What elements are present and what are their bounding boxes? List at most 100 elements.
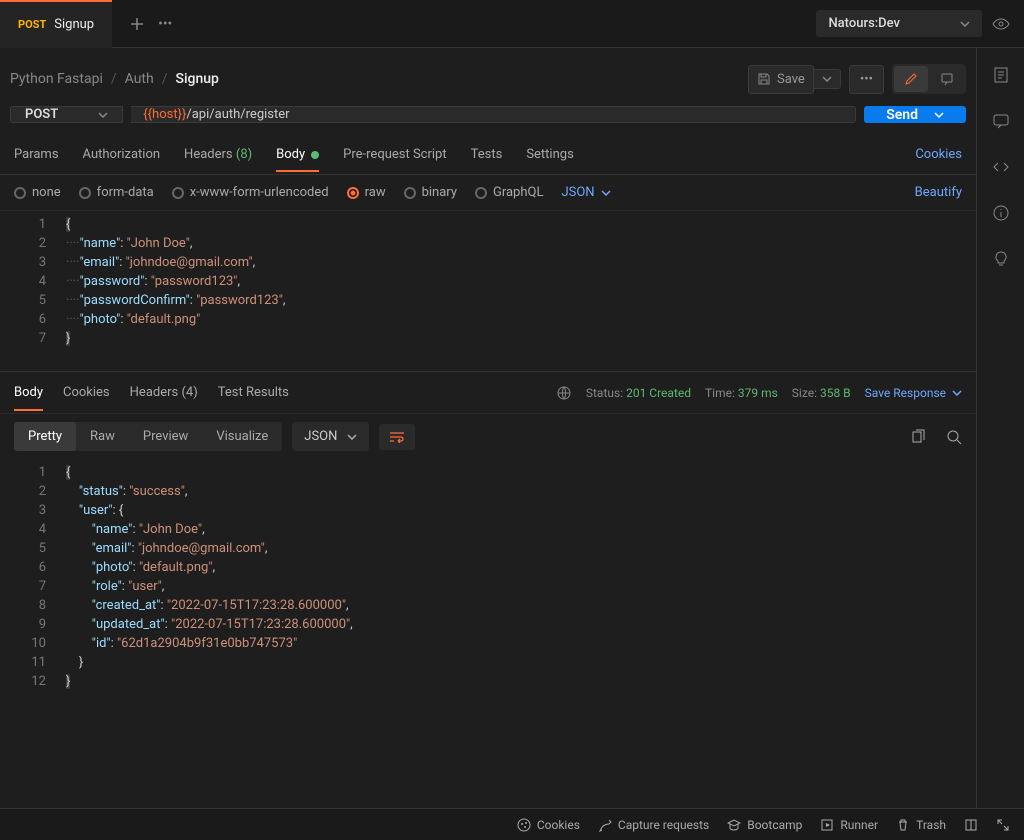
code-icon [992,158,1010,176]
wrap-icon [389,431,405,443]
breadcrumb-collection[interactable]: Python Fastapi [10,71,103,87]
method-selector[interactable]: POST [10,106,123,123]
url-input[interactable]: {{host}}/api/auth/register [131,106,856,123]
tab-authorization[interactable]: Authorization [83,137,161,172]
beautify-link[interactable]: Beautify [915,185,962,200]
response-views: Pretty Raw Preview Visualize [14,422,282,451]
tab-headers[interactable]: Headers (8) [184,137,252,172]
sb-panes[interactable] [964,818,978,832]
view-mode-group [892,64,966,94]
right-rail [976,48,1024,808]
pencil-icon [904,72,918,86]
lightbulb-icon [992,250,1010,268]
cookie-icon [517,818,531,832]
tab-more-button[interactable]: ••• [158,16,172,32]
documentation-pane[interactable] [992,66,1010,84]
chevron-down-icon [601,190,611,196]
request-body-editor[interactable]: 1234567 { ····"name": "John Doe", ····"e… [0,211,976,371]
tab-params[interactable]: Params [14,137,59,172]
size-value: 358 B [820,386,851,400]
save-response[interactable]: Save Response [865,386,962,400]
url-variable: {{host}} [143,107,186,122]
sb-cookies[interactable]: Cookies [517,818,580,832]
response-view-pretty[interactable]: Pretty [14,422,76,451]
response-tab-headers[interactable]: Headers (4) [130,375,198,410]
send-button[interactable]: Send [864,106,966,123]
globe-icon[interactable] [556,385,572,401]
save-dropdown[interactable] [814,69,841,89]
eye-icon [992,15,1010,33]
search-icon [946,429,962,445]
info-pane[interactable] [992,204,1010,222]
chevron-down-icon [960,21,970,27]
body-type-row: none form-data x-www-form-urlencoded raw… [0,175,976,211]
chevron-down-icon [347,434,357,440]
status-bar: Cookies Capture requests Bootcamp Runner… [0,808,1024,840]
sb-trash[interactable]: Trash [896,818,946,832]
wrap-lines-toggle[interactable] [379,424,415,450]
modified-dot-icon [311,151,319,159]
tab-settings[interactable]: Settings [526,137,573,172]
search-response[interactable] [946,429,962,445]
response-tab-cookies[interactable]: Cookies [63,375,110,410]
breadcrumb-folder[interactable]: Auth [125,71,154,87]
save-button[interactable]: Save [748,65,814,94]
body-type-raw[interactable]: raw [347,185,386,200]
chevron-down-icon [934,112,944,118]
response-header: Body Cookies Headers (4) Test Results St… [0,372,976,414]
trash-icon [896,818,910,832]
status-value: 201 Created [626,386,691,400]
expand-icon [996,818,1010,832]
body-type-formdata[interactable]: form-data [79,185,154,200]
body-type-urlencoded[interactable]: x-www-form-urlencoded [172,185,329,200]
body-type-none[interactable]: none [14,185,61,200]
tab-signup[interactable]: POST Signup [0,0,112,48]
comment-icon [992,112,1010,130]
environment-selector[interactable]: Natours:Dev [816,10,982,37]
cookies-link[interactable]: Cookies [915,147,962,162]
sb-bootcamp[interactable]: Bootcamp [727,818,802,832]
response-tab-tests[interactable]: Test Results [218,375,289,410]
sb-runner[interactable]: Runner [820,818,878,832]
response-format-selector[interactable]: JSON [292,422,369,451]
new-tab-button[interactable] [122,9,152,39]
code-pane[interactable] [992,158,1010,176]
tab-tests[interactable]: Tests [471,137,503,172]
idea-pane[interactable] [992,250,1010,268]
sb-capture[interactable]: Capture requests [598,818,709,832]
response-body-editor[interactable]: 123456789101112 { "status": "success", "… [0,459,976,808]
response-tab-body[interactable]: Body [14,375,43,410]
tab-prerequest[interactable]: Pre-request Script [343,137,446,172]
comment-icon [940,72,954,86]
graduation-icon [727,818,741,832]
tab-body[interactable]: Body [276,137,319,172]
body-type-binary[interactable]: binary [404,185,457,200]
send-label: Send [886,107,918,123]
panes-icon [964,818,978,832]
tab-bar: POST Signup ••• Natours:Dev [0,0,1024,48]
save-label: Save [777,72,805,87]
method-text: POST [25,107,58,122]
request-header: Python Fastapi / Auth / Signup Save ••• [0,48,976,106]
time-value: 379 ms [738,386,778,400]
response-view-raw[interactable]: Raw [76,422,129,451]
body-type-graphql[interactable]: GraphQL [475,185,543,200]
response-view-visualize[interactable]: Visualize [202,422,282,451]
play-icon [820,818,834,832]
sb-expand[interactable] [996,818,1010,832]
build-mode[interactable] [894,66,928,92]
comments-pane[interactable] [992,112,1010,130]
code: { "status": "success", "user": { "name":… [0,459,976,695]
chevron-down-icon [952,390,962,396]
environment-quick-look[interactable] [992,15,1010,33]
response-view-preview[interactable]: Preview [129,422,202,451]
comment-mode[interactable] [930,66,964,92]
chevron-down-icon [98,112,108,118]
info-icon [992,204,1010,222]
copy-response[interactable] [910,429,926,445]
body-raw-format[interactable]: JSON [561,185,610,200]
copy-icon [910,429,926,445]
request-tabs: Params Authorization Headers (8) Body Pr… [0,135,976,175]
environment-name: Natours:Dev [828,16,900,31]
more-actions[interactable]: ••• [849,65,884,94]
